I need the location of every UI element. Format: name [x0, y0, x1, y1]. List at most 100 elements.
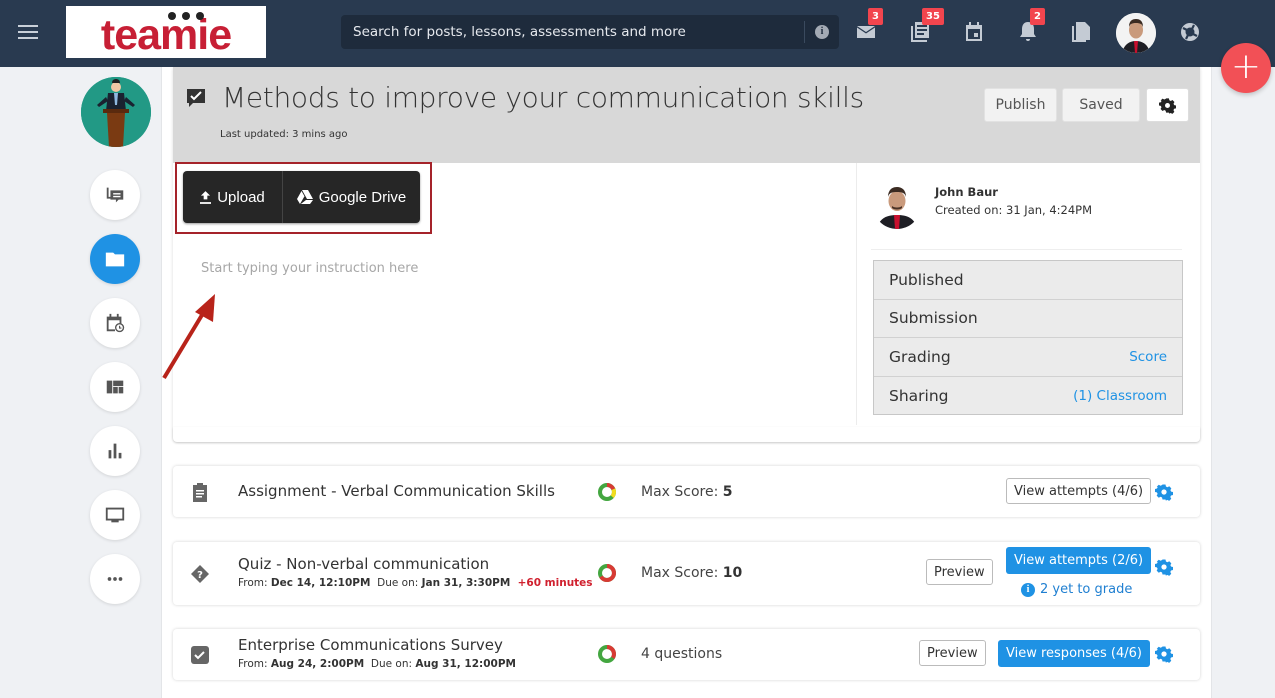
settings-row-published[interactable]: Published	[874, 261, 1182, 300]
calendar-button[interactable]	[962, 20, 986, 44]
survey-checkbox-icon	[190, 645, 210, 665]
view-attempts-button[interactable]: View attempts (2/6)	[1006, 547, 1152, 574]
user-photo	[1116, 13, 1156, 53]
rail-discussions-button[interactable]	[90, 170, 140, 220]
logo-dots	[168, 12, 204, 20]
lesson-header: Methods to improve your communication sk…	[173, 67, 1200, 163]
rail-more-button[interactable]	[90, 554, 140, 604]
bar-chart-icon	[108, 443, 122, 459]
help-button[interactable]	[1178, 20, 1202, 44]
saved-button[interactable]: Saved	[1062, 88, 1140, 122]
dashboard-icon	[106, 380, 124, 394]
messages-button[interactable]: 3	[854, 8, 883, 44]
settings-row-grading[interactable]: Grading Score	[874, 338, 1182, 377]
settings-row-label: Grading	[889, 347, 951, 366]
svg-text:?: ?	[197, 570, 203, 581]
assessment-item-assignment: Assignment - Verbal Communication Skills…	[173, 466, 1200, 517]
attachment-button-group: Upload Google Drive	[183, 171, 420, 223]
info-divider	[871, 249, 1182, 250]
user-avatar[interactable]	[1116, 13, 1156, 53]
view-responses-button[interactable]: View responses (4/6)	[998, 640, 1150, 667]
assessment-item-survey: Enterprise Communications Survey From: A…	[173, 629, 1200, 680]
created-on-text: Created on: 31 Jan, 4:24PM	[935, 203, 1093, 217]
author-avatar[interactable]	[873, 181, 921, 229]
messages-badge: 3	[868, 8, 883, 25]
lesson-settings-button[interactable]	[1146, 88, 1189, 122]
author-photo	[873, 181, 921, 229]
author-name: John Baur	[935, 185, 998, 199]
upload-button[interactable]: Upload	[183, 171, 283, 223]
sharing-value-link[interactable]: (1) Classroom	[1073, 388, 1167, 404]
item-title[interactable]: Assignment - Verbal Communication Skills	[238, 482, 555, 500]
preview-button[interactable]: Preview	[919, 640, 986, 666]
item-settings-gear-icon[interactable]	[1155, 645, 1173, 663]
documents-button[interactable]	[1069, 20, 1093, 44]
documents-icon	[1072, 22, 1090, 42]
info-icon[interactable]: i	[815, 25, 829, 39]
more-dots-icon	[107, 577, 123, 581]
question-count: 4 questions	[641, 646, 723, 662]
rail-present-button[interactable]	[90, 490, 140, 540]
lifebuoy-icon	[1181, 23, 1199, 41]
item-dates: From: Aug 24, 2:00PM Due on: Aug 31, 12:…	[238, 658, 516, 670]
logo-text: teamie	[100, 10, 232, 59]
settings-row-submission[interactable]: Submission	[874, 300, 1182, 338]
settings-row-label: Submission	[889, 309, 978, 328]
search-input[interactable]	[341, 15, 781, 49]
search-bar: i	[341, 15, 839, 49]
instruction-editor: Upload Google Drive Start typing your in…	[173, 162, 857, 425]
notifications-badge: 2	[1030, 8, 1045, 25]
rail-resources-button[interactable]	[90, 234, 140, 284]
item-settings-gear-icon[interactable]	[1155, 558, 1173, 576]
gear-icon	[1159, 97, 1176, 114]
page-title: Methods to improve your communication sk…	[222, 81, 864, 114]
notifications-button[interactable]: 2	[1016, 8, 1045, 44]
rail-dashboard-button[interactable]	[90, 362, 140, 412]
upload-icon	[200, 190, 212, 204]
lesson-settings-list: Published Submission Grading Score Shari…	[873, 260, 1183, 415]
max-score: Max Score: 10	[641, 565, 743, 581]
publish-button[interactable]: Publish	[984, 88, 1057, 122]
lesson-info-panel: John Baur Created on: 31 Jan, 4:24PM Pub…	[858, 163, 1200, 425]
preview-button[interactable]: Preview	[926, 559, 993, 585]
instruction-text-input[interactable]: Start typing your instruction here	[201, 261, 801, 276]
editor-card-footer	[173, 427, 1200, 442]
yet-to-grade-link[interactable]: i 2 yet to grade	[1021, 582, 1132, 597]
settings-row-label: Published	[889, 270, 964, 289]
teamie-logo[interactable]: teamie	[66, 6, 266, 59]
add-fab-button[interactable]: +	[1221, 43, 1271, 93]
item-dates: From: Dec 14, 12:10PM Due on: Jan 31, 3:…	[238, 577, 593, 589]
info-icon: i	[1021, 582, 1035, 597]
item-title[interactable]: Quiz - Non-verbal communication	[238, 555, 489, 573]
calendar-icon	[966, 22, 982, 41]
max-score: Max Score: 5	[641, 484, 733, 500]
time-extension: +60 minutes	[517, 577, 593, 589]
google-drive-label: Google Drive	[318, 188, 407, 206]
lesson-avatar[interactable]	[81, 77, 151, 147]
item-title[interactable]: Enterprise Communications Survey	[238, 636, 503, 654]
quiz-question-icon: ?	[190, 564, 210, 584]
monitor-icon	[105, 507, 125, 523]
search-divider	[804, 21, 805, 43]
rail-analytics-button[interactable]	[90, 426, 140, 476]
view-attempts-button[interactable]: View attempts (4/6)	[1006, 478, 1152, 504]
menu-icon[interactable]	[18, 25, 38, 41]
progress-donut	[597, 644, 617, 664]
settings-row-label: Sharing	[889, 386, 949, 405]
rail-schedule-button[interactable]	[90, 298, 140, 348]
item-settings-gear-icon[interactable]	[1155, 483, 1173, 501]
annotation-arrow-icon	[162, 294, 215, 380]
google-drive-button[interactable]: Google Drive	[283, 171, 420, 223]
last-updated-text: Last updated: 3 mins ago	[220, 129, 348, 140]
google-drive-icon	[296, 190, 313, 204]
calendar-clock-icon	[106, 313, 125, 333]
progress-donut	[597, 563, 617, 583]
upload-label: Upload	[217, 188, 265, 206]
speaker-podium-illustration	[81, 77, 151, 147]
settings-row-sharing[interactable]: Sharing (1) Classroom	[874, 377, 1182, 416]
grading-value-link[interactable]: Score	[1129, 349, 1167, 365]
clipboard-icon	[190, 482, 210, 502]
top-navbar: teamie i 3 35 2	[0, 0, 1275, 67]
posts-button[interactable]: 35	[908, 8, 944, 44]
folder-icon	[105, 252, 125, 267]
